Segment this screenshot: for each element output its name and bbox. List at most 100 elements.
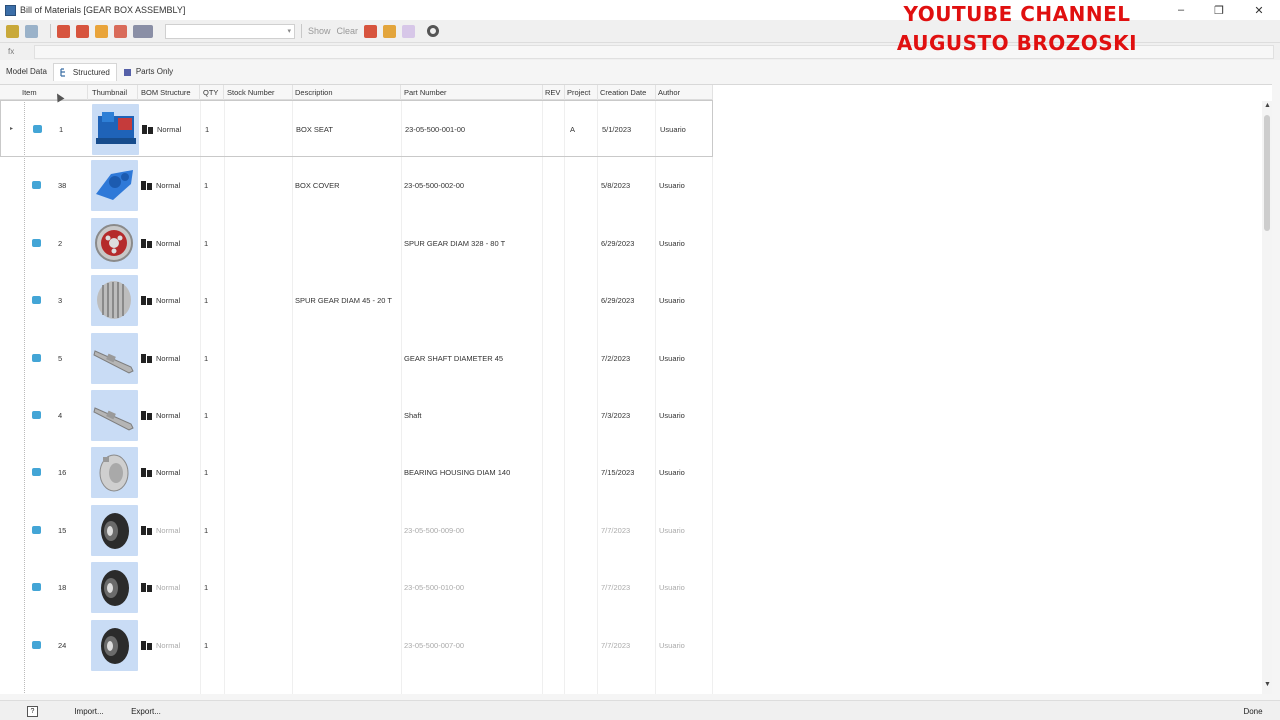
rev-cell[interactable] [544,215,546,272]
part-number-cell[interactable]: 23-05-500-009-00 [402,502,464,559]
author-cell[interactable]: Usuario [657,387,685,444]
part-number-cell[interactable]: 23-05-500-010-00 [402,559,464,616]
project-cell[interactable] [567,502,569,559]
pin-icon[interactable] [383,24,397,38]
description-cell[interactable] [293,215,295,272]
part-number-cell[interactable]: BEARING HOUSING DIAM 140 [402,444,510,501]
tab-parts-only[interactable]: Parts Only [117,63,179,81]
bom-structure-cell[interactable]: Normal [154,387,180,444]
stock-number-cell[interactable] [226,157,228,214]
creation-date-cell[interactable]: 6/29/2023 [599,215,634,272]
scrollbar-thumb[interactable] [1264,115,1270,231]
zoom-icon[interactable] [402,24,416,38]
rev-cell[interactable] [544,502,546,559]
column-header-part-number[interactable]: Part Number [402,85,543,100]
filter-combo[interactable]: ▾ [165,23,295,39]
bom-structure-cell[interactable]: Normal [154,502,180,559]
creation-date-cell[interactable]: 7/2/2023 [599,330,630,387]
stock-number-cell[interactable] [226,559,228,616]
author-cell[interactable]: Usuario [657,215,685,272]
scroll-up-icon[interactable]: ▲ [1264,102,1271,109]
qty-cell[interactable]: 1 [202,444,208,501]
item-cell[interactable]: 3 [56,272,62,329]
tab-structured[interactable]: Structured [52,63,117,81]
column-header-qty[interactable]: QTY [201,85,224,100]
creation-date-cell[interactable]: 7/15/2023 [599,444,634,501]
item-cell[interactable]: 16 [56,444,66,501]
item-cell[interactable]: 5 [56,330,62,387]
sort-ascending-icon[interactable] [57,24,70,38]
show-button[interactable]: Show [308,26,331,36]
project-cell[interactable] [567,215,569,272]
column-header-rev[interactable]: REV [543,85,565,100]
creation-date-cell[interactable]: 5/1/2023 [600,101,631,158]
qty-cell[interactable]: 1 [202,272,208,329]
gear-icon[interactable] [427,25,440,37]
description-cell[interactable]: BOX SEAT [294,101,333,158]
part-number-cell[interactable]: 23-05-500-001-00 [403,101,465,158]
clear-button[interactable]: Clear [337,26,359,36]
creation-date-cell[interactable]: 7/7/2023 [599,559,630,616]
bom-settings-icon[interactable] [364,24,378,38]
table-row[interactable]: 18 Normal 1 23-05-500-010-00 7/7/2023 Usuario [0,559,713,616]
bom-structure-cell[interactable]: Normal [154,444,180,501]
rev-cell[interactable] [544,387,546,444]
bom-structure-cell[interactable]: Normal [155,101,181,158]
rev-cell[interactable] [544,617,546,674]
sort-descending-icon[interactable] [76,24,89,38]
item-cell[interactable]: 1 [57,101,63,158]
close-button[interactable]: ✕ [1240,0,1278,20]
project-cell[interactable] [567,617,569,674]
item-cell[interactable]: 4 [56,387,62,444]
bom-structure-cell[interactable]: Normal [154,559,180,616]
bom-structure-cell[interactable]: Normal [154,157,180,214]
qty-cell[interactable]: 1 [202,559,208,616]
column-header-author[interactable]: Author [656,85,713,100]
bom-structure-cell[interactable]: Normal [154,617,180,674]
view-options-icon[interactable] [133,24,153,38]
author-cell[interactable]: Usuario [657,330,685,387]
rev-cell[interactable] [544,330,546,387]
minimize-button[interactable]: – [1162,0,1200,20]
stock-number-cell[interactable] [226,272,228,329]
column-header-project[interactable]: Project [565,85,598,100]
creation-date-cell[interactable]: 5/8/2023 [599,157,630,214]
rev-cell[interactable] [544,559,546,616]
project-cell[interactable] [567,387,569,444]
export-table-icon[interactable] [6,24,19,38]
rev-cell[interactable] [545,101,547,158]
table-row[interactable]: 4 Normal 1 Shaft 7/3/2023 Usuario [0,387,713,444]
part-number-cell[interactable]: Shaft [402,387,422,444]
table-row[interactable]: ▸ 1 Normal 1 BOX SEAT 23-05-500-001-00 A 5/1/20… [0,100,713,157]
description-cell[interactable] [293,617,295,674]
qty-cell[interactable]: 1 [202,387,208,444]
export-button[interactable]: Export... [123,704,169,719]
scroll-down-icon[interactable]: ▼ [1264,681,1271,688]
rev-cell[interactable] [544,157,546,214]
item-cell[interactable]: 15 [56,502,66,559]
creation-date-cell[interactable]: 7/7/2023 [599,502,630,559]
qty-cell[interactable]: 1 [202,330,208,387]
stock-number-cell[interactable] [226,215,228,272]
stock-number-cell[interactable] [226,502,228,559]
qty-cell[interactable]: 1 [202,617,208,674]
qty-cell[interactable]: 1 [202,157,208,214]
creation-date-cell[interactable]: 7/3/2023 [599,387,630,444]
part-number-cell[interactable]: 23-05-500-002-00 [402,157,464,214]
row-selector-icon[interactable]: ▸ [10,101,16,158]
table-row[interactable]: 5 Normal 1 GEAR SHAFT DIAMETER 45 7/2/2023 Us… [0,330,713,387]
stock-number-cell[interactable] [227,101,229,158]
creation-date-cell[interactable]: 6/29/2023 [599,272,634,329]
column-header-creation-date[interactable]: Creation Date [598,85,656,100]
author-cell[interactable]: Usuario [657,617,685,674]
stock-number-cell[interactable] [226,444,228,501]
qty-cell[interactable]: 1 [202,502,208,559]
table-row[interactable]: 38 Normal 1 BOX COVER 23-05-500-002-00 5/8/20… [0,157,713,214]
part-number-cell[interactable]: 23-05-500-007-00 [402,617,464,674]
restore-button[interactable]: ❐ [1200,0,1238,20]
table-row[interactable]: 3 Normal 1 SPUR GEAR DIAM 45 - 20 T 6/29/202… [0,272,713,329]
stock-number-cell[interactable] [226,330,228,387]
item-cell[interactable]: 2 [56,215,62,272]
stock-number-cell[interactable] [226,387,228,444]
stock-number-cell[interactable] [226,617,228,674]
